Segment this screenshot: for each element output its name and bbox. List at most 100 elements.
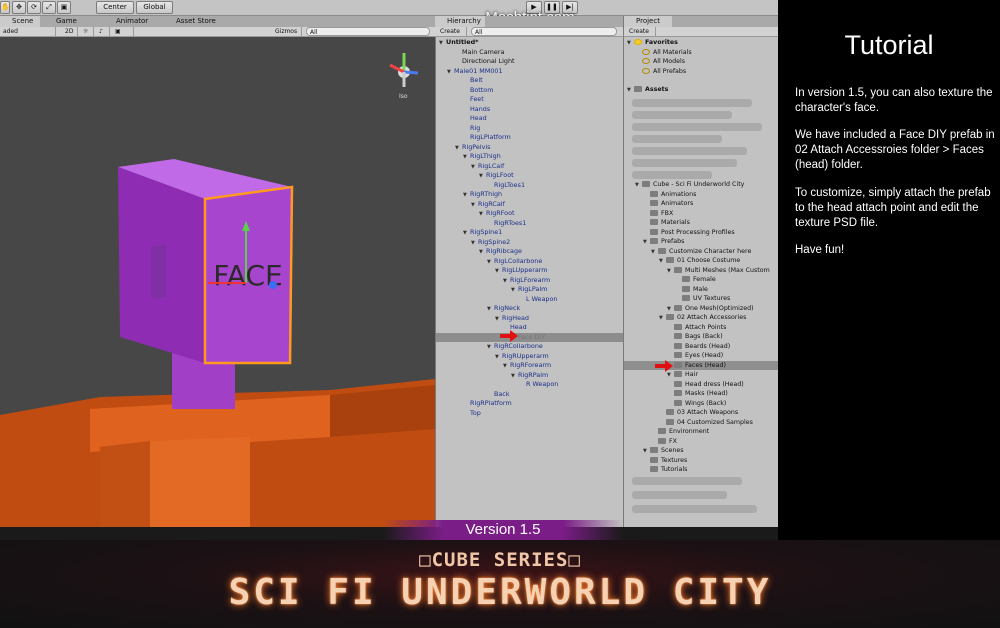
project-folder-item[interactable]: Wings (Back) [624, 399, 778, 409]
hierarchy-item[interactable]: Head [436, 323, 623, 333]
tab-asset-store[interactable]: Asset Store [164, 16, 234, 27]
hierarchy-item[interactable]: ▼ RigHead [436, 314, 623, 324]
tab-scene[interactable]: Scene [0, 16, 40, 27]
project-folder-item[interactable]: Bags (Back) [624, 332, 778, 342]
hierarchy-item[interactable]: ▼ RigRForearm [436, 361, 623, 371]
hierarchy-item[interactable]: RigRPlatform [436, 399, 623, 409]
hierarchy-create-button[interactable]: Create [437, 27, 467, 36]
hierarchy-item[interactable]: RigLPlatform [436, 133, 623, 143]
hierarchy-item[interactable]: Back [436, 390, 623, 400]
favorite-item[interactable]: All Prefabs [624, 67, 778, 77]
tab-animator[interactable]: Animator [104, 16, 162, 27]
pivot-global-button[interactable]: Global [136, 1, 173, 14]
project-folder-item[interactable]: FBX [624, 209, 778, 219]
hierarchy-item[interactable]: Main Camera [436, 48, 623, 58]
assets-header[interactable]: ▼ Assets [624, 85, 778, 95]
project-folder-item[interactable]: ▼ 02 Attach Accessories [624, 313, 778, 323]
hierarchy-item[interactable]: Belt [436, 76, 623, 86]
scene-search-input[interactable]: All [306, 27, 430, 36]
hierarchy-item[interactable]: ▼ RigLPalm [436, 285, 623, 295]
expand-triangle-icon[interactable]: ▼ [643, 238, 650, 247]
hierarchy-item[interactable]: Rig [436, 124, 623, 134]
hierarchy-item[interactable]: Directional Light [436, 57, 623, 67]
hierarchy-item[interactable]: ▼ Male01 MM001 [436, 67, 623, 77]
project-folder-item[interactable]: Post Processing Profiles [624, 228, 778, 238]
hierarchy-item[interactable]: Feet [436, 95, 623, 105]
hierarchy-item[interactable]: ▼ RigLUpperarm [436, 266, 623, 276]
project-folder-item[interactable]: Eyes (Head) [624, 351, 778, 361]
hierarchy-item[interactable]: ▼ RigRCollarbone [436, 342, 623, 352]
hierarchy-item[interactable]: RigRToes1 [436, 219, 623, 229]
hierarchy-item[interactable]: L Weapon [436, 295, 623, 305]
effects-icon[interactable]: ▣ [112, 27, 134, 36]
lighting-icon[interactable]: ☼ [80, 27, 94, 36]
hierarchy-item[interactable]: R Weapon [436, 380, 623, 390]
hierarchy-item[interactable]: ▼ RigRThigh [436, 190, 623, 200]
hierarchy-item[interactable]: Hands [436, 105, 623, 115]
project-folder-item[interactable]: Animators [624, 199, 778, 209]
project-create-button[interactable]: Create [626, 27, 656, 36]
expand-triangle-icon[interactable]: ▼ [667, 371, 674, 380]
hierarchy-item[interactable]: Top [436, 409, 623, 419]
hand-tool-icon[interactable]: ✋ [0, 1, 10, 14]
hierarchy-item[interactable]: ▼ RigLCollarbone [436, 257, 623, 267]
favorite-item[interactable]: All Models [624, 57, 778, 67]
gizmos-dropdown[interactable]: Gizmos [272, 27, 302, 36]
hierarchy-item[interactable]: ▼ RigRPalm [436, 371, 623, 381]
project-folder-item[interactable]: ▼ Cube - Sci Fi Underworld City [624, 180, 778, 190]
expand-triangle-icon[interactable]: ▼ [659, 257, 666, 266]
hierarchy-item[interactable]: ▼ RigLFoot [436, 171, 623, 181]
expand-triangle-icon[interactable]: ▼ [659, 314, 666, 323]
project-folder-item[interactable]: Attach Points [624, 323, 778, 333]
project-folder-item[interactable]: ▼ 01 Choose Costume [624, 256, 778, 266]
tab-hierarchy[interactable]: Hierarchy [435, 16, 485, 27]
tab-project[interactable]: Project [624, 16, 672, 27]
expand-triangle-icon[interactable]: ▼ [651, 248, 658, 257]
expand-triangle-icon[interactable]: ▼ [643, 447, 650, 456]
project-folder-item[interactable]: Female [624, 275, 778, 285]
project-folder-item[interactable]: FX [624, 437, 778, 447]
hierarchy-item[interactable]: Head [436, 114, 623, 124]
project-folder-item[interactable]: Masks (Head) [624, 389, 778, 399]
rect-tool-icon[interactable]: ▣ [57, 1, 71, 14]
hierarchy-item[interactable]: ▼ RigSpine1 [436, 228, 623, 238]
project-folder-item[interactable]: ▼ Hair [624, 370, 778, 380]
project-folder-item[interactable]: ▼ Multi Meshes (Max Custom [624, 266, 778, 276]
project-folder-item[interactable]: ▼ Scenes [624, 446, 778, 456]
hierarchy-item[interactable]: ▼ RigLCalf [436, 162, 623, 172]
project-folder-item[interactable]: Head dress (Head) [624, 380, 778, 390]
expand-triangle-icon[interactable]: ▼ [667, 267, 674, 276]
expand-triangle-icon[interactable]: ▼ [667, 305, 674, 314]
hierarchy-item[interactable]: ▼ RigNeck [436, 304, 623, 314]
rotate-tool-icon[interactable]: ⟳ [27, 1, 41, 14]
hierarchy-item[interactable]: ▼ RigLThigh [436, 152, 623, 162]
project-folder-item[interactable]: Male [624, 285, 778, 295]
hierarchy-item[interactable]: Bottom [436, 86, 623, 96]
project-folder-item[interactable]: Animations [624, 190, 778, 200]
hierarchy-item[interactable]: ▼ RigSpine2 [436, 238, 623, 248]
project-folder-item[interactable]: Faces (Head) [624, 360, 778, 370]
favorites-header[interactable]: ▼ Favorites [624, 38, 778, 48]
project-folder-item[interactable]: ▼ Customize Character here [624, 247, 778, 257]
project-folder-item[interactable]: UV Textures [624, 294, 778, 304]
project-folder-item[interactable]: Materials [624, 218, 778, 228]
move-tool-icon[interactable]: ✥ [12, 1, 26, 14]
project-folder-item[interactable]: Beards (Head) [624, 342, 778, 352]
project-folder-item[interactable]: Environment [624, 427, 778, 437]
project-folder-item[interactable]: Textures [624, 456, 778, 466]
hierarchy-item[interactable]: ▼ Untitled* [436, 38, 623, 48]
hierarchy-item[interactable]: RigLToes1 [436, 181, 623, 191]
hierarchy-item[interactable]: ▼ RigPelvis [436, 143, 623, 153]
scale-tool-icon[interactable]: ⤢ [42, 1, 56, 14]
expand-triangle-icon[interactable]: ▼ [635, 181, 642, 190]
project-folder-item[interactable]: 03 Attach Weapons [624, 408, 778, 418]
project-folder-item[interactable]: 04 Customized Samples [624, 418, 778, 428]
hierarchy-item[interactable]: Face DIY [436, 332, 623, 342]
hierarchy-item[interactable]: ▼ RigRCalf [436, 200, 623, 210]
hierarchy-item[interactable]: ▼ RigRFoot [436, 209, 623, 219]
favorite-item[interactable]: All Materials [624, 48, 778, 58]
hierarchy-item[interactable]: ▼ RigRibcage [436, 247, 623, 257]
project-folder-item[interactable]: Tutorials [624, 465, 778, 475]
project-folder-item[interactable]: ▼ One Mesh(Optimized) [624, 304, 778, 314]
pivot-center-button[interactable]: Center [96, 1, 134, 14]
